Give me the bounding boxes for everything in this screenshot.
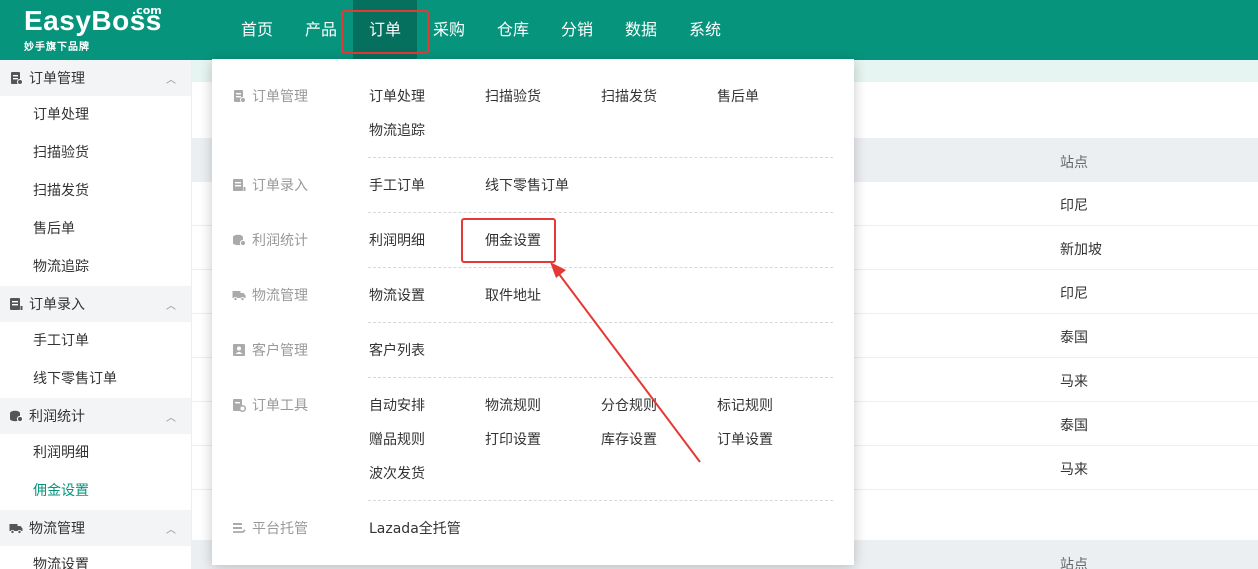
app-window: EasyBoss .com 妙手旗下品牌 首页 产品 订单 采购 仓库 分销 数… — [0, 0, 1258, 569]
annotation-arrow-icon — [550, 262, 701, 463]
